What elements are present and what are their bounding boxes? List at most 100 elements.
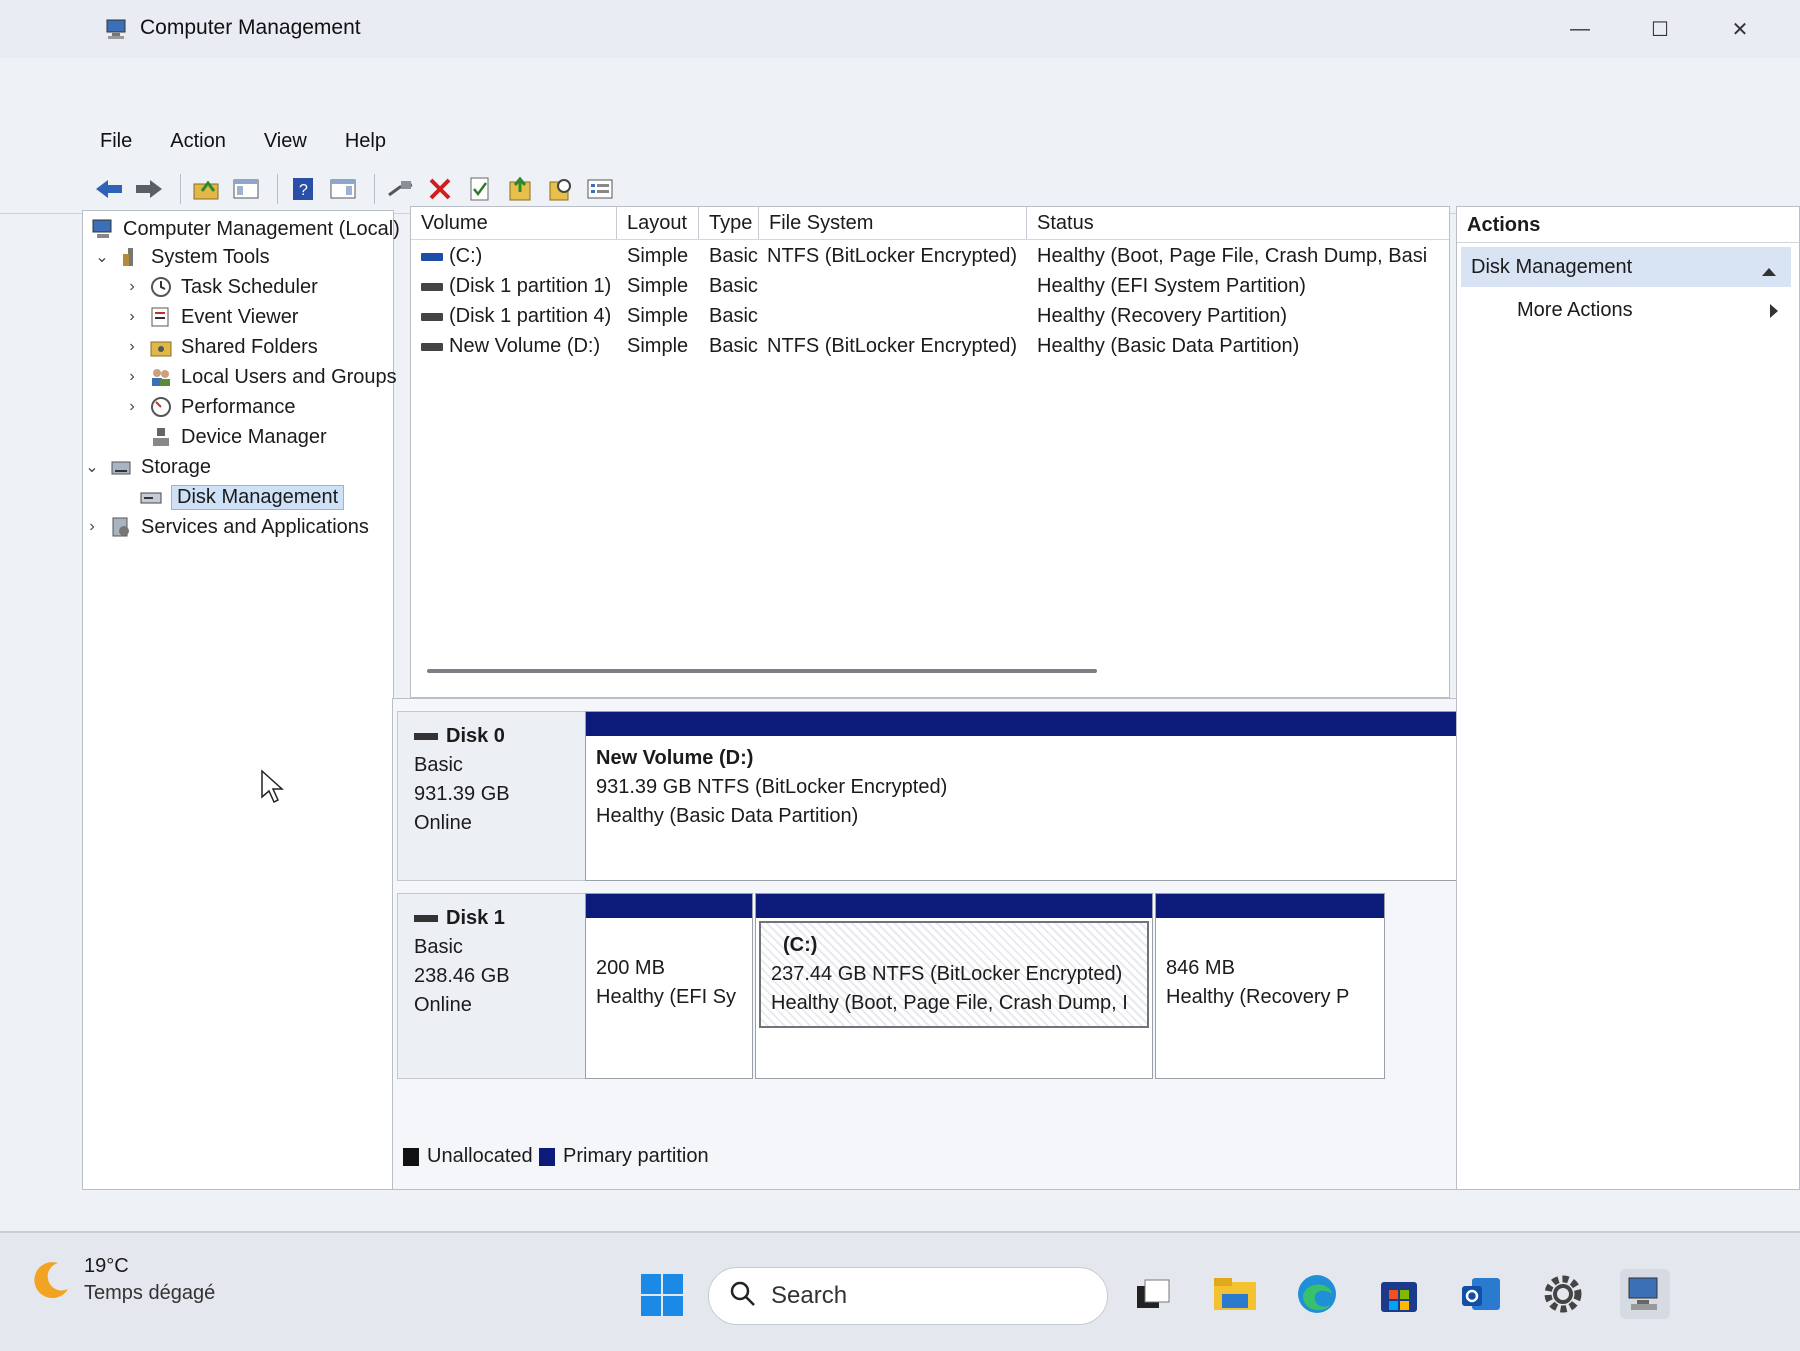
table-row[interactable]: New Volume (D:) Simple Basic NTFS (BitLo…	[411, 331, 1449, 361]
partition-new-volume-d[interactable]: New Volume (D:) 931.39 GB NTFS (BitLocke…	[585, 711, 1457, 881]
back-arrow-icon[interactable]	[92, 172, 126, 206]
disk-1-info[interactable]: Disk 1 Basic 238.46 GB Online	[397, 893, 587, 1079]
task-view-icon[interactable]	[1128, 1269, 1178, 1319]
menu-view[interactable]: View	[258, 126, 313, 157]
partition-title: (C:)	[783, 934, 818, 956]
legend-unallocated: Unallocated	[403, 1145, 533, 1168]
actions-pane: Actions Disk Management More Actions	[1456, 206, 1800, 1190]
chevron-down-icon[interactable]: ⌄	[83, 457, 101, 477]
disk-name: Disk 0	[446, 725, 505, 747]
file-explorer-icon[interactable]	[1210, 1269, 1260, 1319]
tree-item-label: Shared Folders	[181, 335, 318, 358]
tree-item-services-and-applications[interactable]: › Services and Applications	[83, 513, 369, 541]
partition-status: Healthy (Boot, Page File, Crash Dump, I	[771, 992, 1128, 1014]
tree-item-storage[interactable]: ⌄ Storage	[83, 453, 211, 481]
close-button[interactable]: ✕	[1700, 0, 1780, 58]
tree-item-shared-folders[interactable]: › Shared Folders	[123, 333, 318, 361]
tree-item-task-scheduler[interactable]: › Task Scheduler	[123, 273, 317, 301]
disk-state: Online	[414, 994, 472, 1016]
menu-action[interactable]: Action	[164, 126, 232, 157]
horizontal-scrollbar[interactable]	[427, 669, 1097, 673]
weather-description: Temps dégagé	[84, 1282, 216, 1304]
toolbar-separator	[180, 173, 181, 204]
primary-partition-bar	[586, 712, 1456, 736]
chevron-right-icon[interactable]: ›	[123, 398, 141, 416]
column-header-volume[interactable]: Volume	[411, 207, 617, 239]
tree-item-label: System Tools	[151, 245, 270, 268]
window-title: Computer Management	[140, 16, 361, 39]
tree-item-performance[interactable]: › Performance	[123, 393, 295, 421]
outlook-icon[interactable]	[1456, 1269, 1506, 1319]
volume-file-system: NTFS (BitLocker Encrypted)	[767, 245, 1018, 267]
microsoft-store-icon[interactable]	[1374, 1269, 1424, 1319]
partition-c[interactable]: (C:) 237.44 GB NTFS (BitLocker Encrypted…	[755, 893, 1153, 1079]
volume-name: (Disk 1 partition 4)	[449, 305, 612, 327]
settings-gear-icon[interactable]	[1538, 1269, 1588, 1319]
svg-text:?: ?	[299, 182, 308, 199]
column-header-status[interactable]: Status	[1027, 207, 1451, 239]
tree-item-local-users-and-groups[interactable]: › Local Users and Groups	[123, 363, 396, 391]
tree-item-disk-management[interactable]: Disk Management	[139, 483, 345, 511]
show-hide-action-pane-icon[interactable]	[326, 172, 360, 206]
actions-section-disk-management[interactable]: Disk Management	[1461, 247, 1791, 287]
partition-status: Healthy (EFI Sy	[596, 986, 737, 1008]
list-view-icon[interactable]	[583, 172, 617, 206]
partition-size: 237.44 GB NTFS (BitLocker Encrypted)	[771, 963, 1123, 985]
partition-title: New Volume (D:)	[596, 747, 754, 769]
volume-layout: Simple	[627, 275, 689, 297]
column-header-file-system[interactable]: File System	[759, 207, 1027, 239]
partition-efi[interactable]: 200 MB Healthy (EFI Sy	[585, 893, 753, 1079]
start-icon[interactable]	[640, 1273, 684, 1317]
menu-help[interactable]: Help	[339, 126, 392, 157]
chevron-down-icon[interactable]: ⌄	[93, 247, 111, 267]
volume-status: Healthy (Basic Data Partition)	[1037, 335, 1300, 357]
toolbar-separator	[374, 173, 375, 204]
actions-title: Actions	[1457, 207, 1799, 243]
chevron-right-icon[interactable]: ›	[123, 308, 141, 326]
properties-icon[interactable]	[463, 172, 497, 206]
show-hide-console-tree-icon[interactable]	[229, 172, 263, 206]
computer-management-taskbar-icon[interactable]	[1620, 1269, 1670, 1319]
find-icon[interactable]	[543, 172, 577, 206]
edge-browser-icon[interactable]	[1292, 1269, 1342, 1319]
table-row[interactable]: (Disk 1 partition 1) Simple Basic Health…	[411, 271, 1449, 301]
column-header-type[interactable]: Type	[699, 207, 759, 239]
taskbar-search[interactable]: Search	[708, 1267, 1108, 1325]
volume-list: Volume Layout Type File System Status (C…	[410, 206, 1450, 698]
volume-layout: Simple	[627, 245, 689, 267]
help-icon[interactable]: ?	[286, 172, 320, 206]
forward-arrow-icon[interactable]	[132, 172, 166, 206]
tree-item-computer-management[interactable]: Computer Management (Local)	[91, 215, 400, 243]
table-row[interactable]: (C:) Simple Basic NTFS (BitLocker Encryp…	[411, 241, 1449, 271]
tree-item-device-manager[interactable]: Device Manager	[149, 423, 327, 451]
column-header-layout[interactable]: Layout	[617, 207, 699, 239]
export-icon[interactable]	[503, 172, 537, 206]
chevron-right-icon[interactable]: ›	[83, 518, 101, 536]
volume-status: Healthy (Boot, Page File, Crash Dump, Ba…	[1037, 245, 1428, 267]
volume-name: New Volume (D:)	[449, 335, 601, 357]
tree-item-label: Event Viewer	[181, 305, 299, 328]
disk-0-info[interactable]: Disk 0 Basic 931.39 GB Online	[397, 711, 587, 881]
maximize-button[interactable]: ☐	[1620, 0, 1700, 58]
volume-list-header: Volume Layout Type File System Status	[411, 207, 1449, 240]
menu-file[interactable]: File	[94, 126, 138, 157]
chevron-right-icon[interactable]: ›	[123, 278, 141, 296]
delete-icon[interactable]	[423, 172, 457, 206]
up-folder-icon[interactable]	[189, 172, 223, 206]
weather-widget[interactable]: 19°C Temps dégagé	[30, 1255, 215, 1305]
partition-recovery[interactable]: 846 MB Healthy (Recovery P	[1155, 893, 1385, 1079]
chevron-right-icon[interactable]: ›	[123, 368, 141, 386]
search-icon	[729, 1280, 757, 1313]
tree-item-system-tools[interactable]: ⌄ System Tools	[93, 243, 270, 271]
legend-label: Unallocated	[427, 1145, 533, 1167]
more-actions-item[interactable]: More Actions	[1517, 293, 1787, 327]
minimize-button[interactable]: —	[1540, 0, 1620, 58]
primary-partition-bar	[756, 894, 1152, 918]
volume-icon	[421, 282, 443, 291]
tree-item-event-viewer[interactable]: › Event Viewer	[123, 303, 298, 331]
collapse-arrow-icon[interactable]	[1761, 260, 1777, 283]
connect-icon[interactable]	[383, 172, 417, 206]
table-row[interactable]: (Disk 1 partition 4) Simple Basic Health…	[411, 301, 1449, 331]
tree-item-label: Disk Management	[171, 484, 345, 510]
chevron-right-icon[interactable]: ›	[123, 338, 141, 356]
